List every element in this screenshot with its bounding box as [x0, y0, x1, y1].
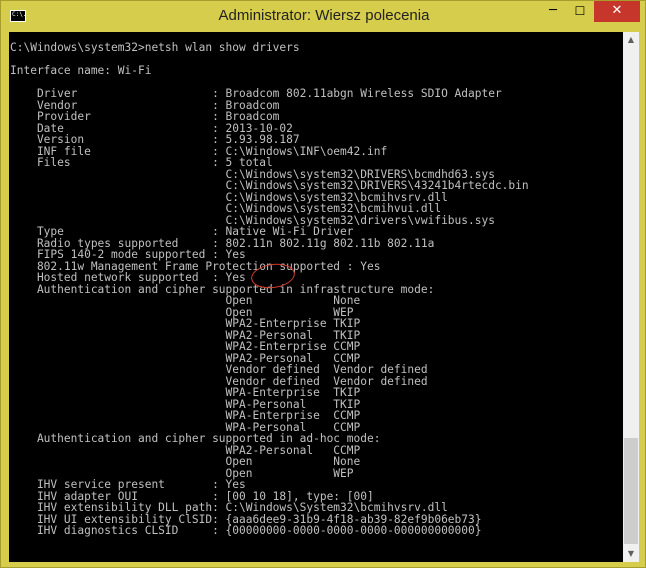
minimize-button[interactable]: ─ — [540, 1, 566, 22]
console-output[interactable]: C:\Windows\system32>netsh wlan show driv… — [10, 42, 623, 562]
console-line: Version : 5.93.98.187 — [10, 133, 300, 146]
scroll-down-arrow-icon[interactable]: ▼ — [623, 546, 639, 562]
maximize-button[interactable]: ☐ — [567, 1, 593, 22]
console-line: C:\Windows\system32>netsh wlan show driv… — [10, 42, 300, 54]
console-line: Vendor defined Vendor defined — [10, 363, 428, 376]
console-line: IHV extensibility DLL path: C:\Windows\S… — [10, 501, 448, 514]
console-line: WPA2-Enterprise CCMP — [10, 340, 361, 353]
console-line: Driver : Broadcom 802.11abgn Wireless SD… — [10, 87, 502, 100]
console-area[interactable]: C:\Windows\system32>netsh wlan show driv… — [9, 32, 639, 562]
console-line: FIPS 140-2 mode supported : Yes — [10, 248, 246, 261]
console-line: WPA-Enterprise TKIP — [10, 386, 361, 399]
console-line: Files : 5 total — [10, 156, 273, 169]
console-line: Authentication and cipher supported in a… — [10, 432, 381, 445]
close-button[interactable]: ✕ — [594, 1, 640, 22]
vertical-scrollbar[interactable]: ▲ ▼ — [623, 32, 639, 562]
scrollbar-thumb[interactable] — [624, 438, 638, 544]
console-line: C:\Windows\system32\bcmihvui.dll — [10, 202, 442, 215]
console-line: Open None — [10, 455, 361, 468]
console-line: C:\Windows\system32\DRIVERS\43241b4rtecd… — [10, 179, 529, 192]
console-line: WPA-Enterprise CCMP — [10, 409, 361, 422]
console-line: Provider : Broadcom — [10, 110, 280, 123]
console-line: Type : Native Wi-Fi Driver — [10, 225, 354, 238]
console-line: Interface name: Wi-Fi — [10, 64, 152, 77]
console-line: IHV service present : Yes — [10, 478, 246, 491]
title-bar[interactable]: C:\. Administrator: Wiersz polecenia ─ ☐… — [1, 1, 645, 32]
console-line: Hosted network supported : Yes — [10, 271, 246, 284]
console-line: Open None — [10, 294, 361, 307]
scroll-up-arrow-icon[interactable]: ▲ — [623, 32, 639, 48]
console-window: C:\. Administrator: Wiersz polecenia ─ ☐… — [0, 0, 646, 568]
console-line: WPA2-Enterprise TKIP — [10, 317, 361, 330]
console-line: IHV diagnostics CLSID : {00000000-0000-0… — [10, 524, 482, 537]
